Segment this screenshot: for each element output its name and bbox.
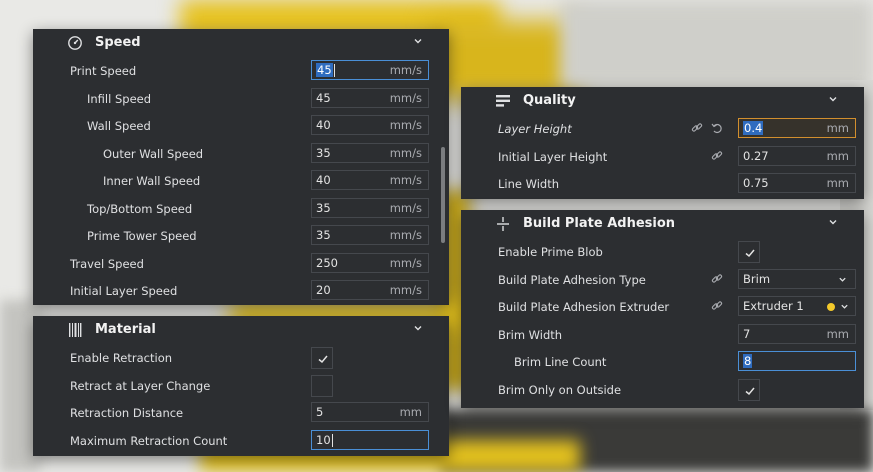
brim-width-input[interactable]: 7 mm [738, 323, 856, 344]
setting-label: Travel Speed [70, 256, 144, 271]
setting-label: Top/Bottom Speed [87, 201, 193, 216]
setting-row-layer-height: Layer Height 0.4 mm [461, 115, 864, 143]
setting-label: Infill Speed [87, 91, 152, 106]
setting-label: Line Width [498, 177, 560, 191]
setting-row-enable-retraction: Enable Retraction [33, 344, 449, 372]
setting-label: Brim Width [498, 327, 563, 342]
setting-label: Retract at Layer Change [70, 378, 211, 393]
link-icon[interactable] [711, 273, 723, 285]
inner-wall-speed-input[interactable]: 40 mm/s [311, 170, 429, 190]
top-bottom-speed-input[interactable]: 35 mm/s [311, 197, 429, 218]
build-plate-icon [497, 217, 509, 231]
check-icon [745, 387, 755, 395]
setting-row-retract-layer-change: Retract at Layer Change [33, 372, 449, 400]
setting-row-max-retraction-count: Maximum Retraction Count 10 [33, 427, 449, 455]
setting-label: Initial Layer Height [498, 149, 608, 164]
speedometer-icon [68, 36, 82, 50]
brim-only-outside-checkbox[interactable] [738, 378, 760, 401]
setting-row-brim-only-outside: Brim Only on Outside [461, 376, 864, 404]
enable-retraction-checkbox[interactable] [311, 347, 333, 369]
setting-label: Print Speed [70, 64, 137, 78]
chevron-down-icon [841, 304, 848, 309]
setting-row-retraction-distance: Retraction Distance 5 mm [33, 399, 449, 427]
setting-label: Maximum Retraction Count [70, 433, 228, 448]
quality-header[interactable]: Quality [461, 87, 864, 115]
setting-row-adhesion-type: Build Plate Adhesion Type Brim [461, 266, 864, 294]
setting-label: Layer Height [498, 122, 572, 136]
adhesion-header[interactable]: Build Plate Adhesion [461, 210, 864, 238]
setting-row-initial-layer-speed: Initial Layer Speed 20 mm/s [33, 277, 449, 305]
setting-row-print-speed: Print Speed 45 mm/s [33, 57, 449, 85]
setting-label: Outer Wall Speed [103, 146, 204, 161]
print-speed-input[interactable]: 45 mm/s [311, 60, 429, 80]
link-icon[interactable] [691, 122, 703, 134]
speed-title: Speed [95, 35, 141, 50]
adhesion-panel: Build Plate Adhesion Enable Prime Blob B… [461, 210, 864, 408]
setting-label: Brim Only on Outside [498, 382, 622, 397]
material-header[interactable]: Material [33, 316, 449, 344]
line-width-input[interactable]: 0.75 mm [738, 173, 856, 193]
infill-speed-input[interactable]: 45 mm/s [311, 87, 429, 108]
retraction-distance-input[interactable]: 5 mm [311, 402, 429, 422]
enable-prime-blob-checkbox[interactable] [738, 241, 760, 263]
retract-layer-change-checkbox[interactable] [311, 374, 333, 397]
setting-label: Wall Speed [87, 119, 151, 133]
material-panel: Material Enable Retraction Retract at La… [33, 316, 449, 456]
max-retraction-count-input[interactable]: 10 [311, 429, 429, 450]
quality-panel: Quality Layer Height 0.4 mm Initial Laye… [461, 87, 864, 199]
adhesion-title: Build Plate Adhesion [523, 216, 676, 231]
prime-tower-speed-input[interactable]: 35 mm/s [311, 225, 429, 245]
setting-row-wall-speed: Wall Speed 40 mm/s [33, 112, 449, 140]
setting-label: Enable Prime Blob [498, 245, 603, 259]
reset-icon[interactable] [711, 122, 723, 134]
material-title: Material [95, 322, 156, 337]
chevron-down-icon[interactable] [413, 36, 423, 46]
chevron-down-icon[interactable] [828, 94, 838, 104]
adhesion-extruder-select[interactable]: Extruder 1 [738, 296, 856, 316]
setting-row-inner-wall-speed: Inner Wall Speed 40 mm/s [33, 167, 449, 195]
speed-header[interactable]: Speed [33, 29, 449, 57]
setting-label: Initial Layer Speed [70, 284, 178, 298]
quality-icon [496, 95, 510, 107]
link-icon[interactable] [711, 300, 723, 312]
outer-wall-speed-input[interactable]: 35 mm/s [311, 142, 429, 163]
setting-row-enable-prime-blob: Enable Prime Blob [461, 238, 864, 266]
initial-layer-speed-input[interactable]: 20 mm/s [311, 280, 429, 300]
setting-row-adhesion-extruder: Build Plate Adhesion Extruder Extruder 1 [461, 293, 864, 321]
check-icon [745, 249, 755, 258]
chevron-down-icon[interactable] [828, 217, 838, 227]
setting-label: Retraction Distance [70, 406, 184, 420]
speed-panel: Speed Print Speed 45 mm/s Infill Speed 4… [33, 29, 449, 305]
setting-row-line-width: Line Width 0.75 mm [461, 170, 864, 198]
layer-height-input[interactable]: 0.4 mm [738, 118, 856, 138]
setting-label: Brim Line Count [514, 355, 607, 369]
barcode-icon [69, 323, 82, 337]
setting-row-initial-layer-height: Initial Layer Height 0.27 mm [461, 143, 864, 171]
chevron-down-icon[interactable] [413, 323, 423, 333]
extruder-color-dot [827, 297, 835, 315]
setting-label: Inner Wall Speed [103, 174, 201, 188]
setting-row-prime-tower-speed: Prime Tower Speed 35 mm/s [33, 222, 449, 250]
setting-row-infill-speed: Infill Speed 45 mm/s [33, 85, 449, 113]
chevron-down-icon [839, 277, 846, 282]
link-icon[interactable] [711, 150, 723, 162]
travel-speed-input[interactable]: 250 mm/s [311, 252, 429, 273]
setting-row-brim-line-count: Brim Line Count 8 [461, 348, 864, 376]
check-icon [318, 355, 328, 364]
setting-label: Enable Retraction [70, 351, 173, 365]
setting-label: Build Plate Adhesion Type [498, 272, 646, 287]
adhesion-type-select[interactable]: Brim [738, 268, 856, 289]
wall-speed-input[interactable]: 40 mm/s [311, 115, 429, 135]
initial-layer-height-input[interactable]: 0.27 mm [738, 145, 856, 166]
quality-title: Quality [523, 93, 576, 108]
setting-label: Build Plate Adhesion Extruder [498, 300, 670, 314]
setting-label: Prime Tower Speed [87, 229, 197, 243]
setting-row-outer-wall-speed: Outer Wall Speed 35 mm/s [33, 140, 449, 168]
setting-row-brim-width: Brim Width 7 mm [461, 321, 864, 349]
speed-scrollbar[interactable] [441, 147, 445, 243]
setting-row-top-bottom-speed: Top/Bottom Speed 35 mm/s [33, 195, 449, 223]
setting-row-travel-speed: Travel Speed 250 mm/s [33, 250, 449, 278]
brim-line-count-input[interactable]: 8 [738, 351, 856, 371]
